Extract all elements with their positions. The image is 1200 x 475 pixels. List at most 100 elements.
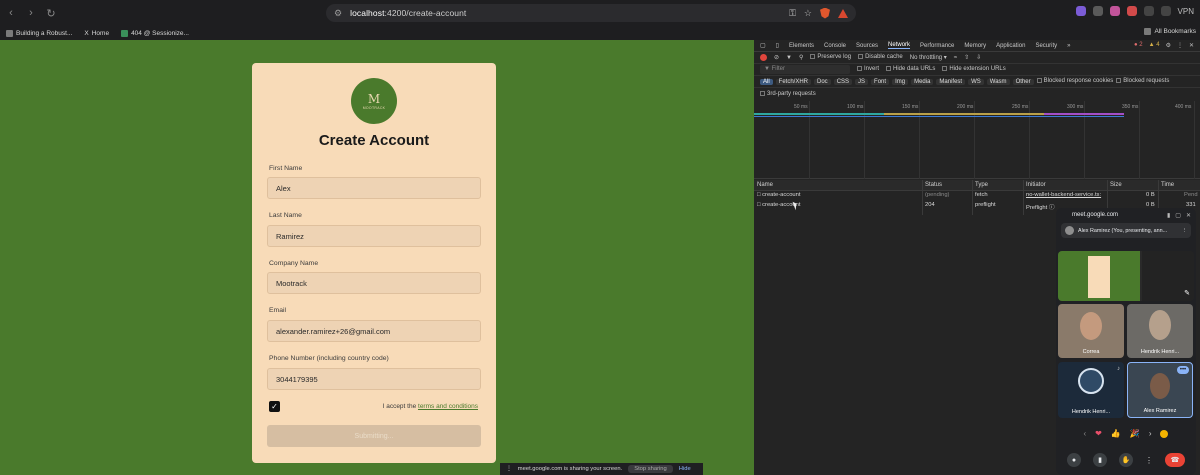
col-name[interactable]: Name (757, 182, 773, 188)
terms-checkbox[interactable]: ✓ (269, 401, 280, 412)
tab-console[interactable]: Console (824, 43, 846, 49)
annotate-icon[interactable]: ✎ (1184, 289, 1190, 297)
hide-extension-urls-checkbox[interactable]: Hide extension URLs (942, 66, 1006, 73)
network-timeline[interactable]: 50 ms 100 ms 150 ms 200 ms 250 ms 300 ms… (754, 101, 1200, 179)
blocked-requests-checkbox[interactable]: Blocked requests (1116, 78, 1169, 85)
more-options-icon[interactable]: ⋮ (1145, 456, 1153, 465)
terms-link[interactable]: terms and conditions (418, 403, 478, 410)
issue-counters[interactable]: ● 2 ▲ 4 ⚙ ⋮ ✕ (1134, 42, 1200, 49)
chip-other[interactable]: Other (1012, 78, 1034, 85)
invert-checkbox[interactable]: Invert (857, 66, 879, 73)
table-row[interactable]: □ create-account (pending) fetch no-wall… (754, 192, 1200, 202)
expand-icon[interactable]: ▢ (1175, 212, 1181, 219)
device-toolbar-icon[interactable]: ▯ (776, 42, 779, 49)
chip-media[interactable]: Media (911, 78, 934, 85)
chip-font[interactable]: Font (871, 78, 890, 85)
close-icon[interactable]: ✕ (1186, 212, 1191, 219)
brave-shields-icon[interactable] (820, 7, 830, 19)
tab-performance[interactable]: Performance (920, 43, 954, 49)
record-icon[interactable] (760, 54, 767, 61)
throttling-select[interactable]: No throttling ▾ (910, 54, 947, 61)
settings-icon[interactable]: ⚙ (1166, 42, 1171, 49)
thumbs-up-reaction[interactable]: 👍 (1111, 429, 1121, 438)
disable-cache-checkbox[interactable]: Disable cache (858, 54, 903, 61)
third-party-checkbox[interactable]: 3rd-party requests (760, 90, 816, 97)
more-options-icon[interactable]: ⋮ (1182, 228, 1191, 234)
col-time[interactable]: Time (1161, 182, 1174, 188)
chevron-right-icon[interactable]: › (1149, 429, 1152, 438)
more-tabs-icon[interactable]: » (1067, 43, 1070, 49)
screen-share-tile[interactable]: ✎ (1058, 251, 1194, 301)
tab-elements[interactable]: Elements (789, 43, 814, 49)
company-name-field[interactable]: Mootrack (267, 272, 481, 294)
participant-tile[interactable]: ♪ Hendrik Henri... (1058, 362, 1124, 418)
raise-hand-icon[interactable]: ✋ (1119, 453, 1133, 467)
filter-icon[interactable]: ▼ (786, 55, 792, 61)
address-bar[interactable]: ⚙ localhost:4200/create-account ⚿ ☆ (326, 4, 856, 22)
forward-icon[interactable]: › (26, 7, 36, 20)
key-icon[interactable]: ⚿ (789, 8, 796, 19)
inspect-icon[interactable]: ▢ (760, 42, 766, 49)
email-field[interactable]: alexander.ramirez+26@gmail.com (267, 320, 481, 342)
participant-tile[interactable]: Hendrik Henri... (1127, 304, 1193, 358)
microphone-icon[interactable]: ● (1067, 453, 1081, 467)
request-initiator[interactable]: Preflight ⓘ (1026, 202, 1055, 211)
first-name-field[interactable]: Alex (267, 177, 481, 199)
url-text[interactable]: localhost:4200/create-account (350, 8, 466, 18)
stop-sharing-button[interactable]: Stop sharing (628, 465, 673, 473)
network-conditions-icon[interactable]: ≈ (954, 55, 957, 61)
search-icon[interactable]: ⚲ (799, 54, 803, 61)
more-options-icon[interactable]: ⋮ (1177, 42, 1183, 49)
tab-security[interactable]: Security (1035, 43, 1057, 49)
chevron-left-icon[interactable]: ‹ (1084, 429, 1087, 438)
filter-input[interactable]: ▼ Filter (760, 65, 850, 74)
chip-fetch-xhr[interactable]: Fetch/XHR (775, 78, 812, 85)
extension-icon[interactable] (1075, 6, 1086, 16)
chip-manifest[interactable]: Manifest (936, 78, 966, 85)
extension-icon[interactable] (1109, 6, 1120, 16)
tab-sources[interactable]: Sources (856, 43, 878, 49)
drag-handle-icon[interactable]: ⋮ (506, 466, 512, 472)
reload-icon[interactable]: ↻ (46, 7, 56, 20)
bookmark-star-icon[interactable]: ☆ (804, 8, 812, 19)
wallet-icon[interactable] (1160, 6, 1171, 16)
col-initiator[interactable]: Initiator (1026, 182, 1046, 188)
participant-tile[interactable]: ••• Alex Ramirez (1127, 362, 1193, 418)
bookmark-item[interactable]: X Home (84, 30, 109, 37)
chip-js[interactable]: JS (855, 78, 869, 85)
presenting-row[interactable]: Alex Ramirez (You, presenting, ann... ⋮ (1061, 223, 1191, 238)
col-size[interactable]: Size (1110, 182, 1122, 188)
blocked-cookies-checkbox[interactable]: Blocked response cookies (1036, 78, 1113, 85)
chip-img[interactable]: Img (892, 78, 909, 85)
camera-icon[interactable]: ▮ (1167, 212, 1170, 219)
last-name-field[interactable]: Ramirez (267, 225, 481, 247)
chip-all[interactable]: All (760, 78, 773, 85)
all-bookmarks[interactable]: All Bookmarks (1144, 28, 1196, 35)
sidebar-toggle-icon[interactable] (1143, 6, 1154, 16)
emoji-picker-icon[interactable] (1160, 429, 1169, 438)
chip-doc[interactable]: Doc (814, 78, 831, 85)
camera-toggle-icon[interactable]: ▮ (1093, 453, 1107, 467)
participant-tile[interactable]: Correa (1058, 304, 1124, 358)
col-status[interactable]: Status (925, 182, 942, 188)
heart-reaction[interactable]: ❤ (1095, 429, 1102, 438)
chip-css[interactable]: CSS (833, 78, 853, 85)
preserve-log-checkbox[interactable]: Preserve log (810, 54, 851, 61)
tab-network[interactable]: Network (888, 42, 911, 49)
bookmark-item[interactable]: 404 @ Sessionize... (121, 29, 189, 37)
end-call-button[interactable]: ☎ (1165, 453, 1185, 467)
col-type[interactable]: Type (975, 182, 988, 188)
party-reaction[interactable]: 🎉 (1130, 429, 1140, 438)
chip-wasm[interactable]: Wasm (986, 78, 1010, 85)
vpn-label[interactable]: VPN (1178, 7, 1194, 16)
tab-memory[interactable]: Memory (964, 43, 986, 49)
hide-button[interactable]: Hide (679, 466, 691, 472)
hide-data-urls-checkbox[interactable]: Hide data URLs (886, 66, 935, 73)
brave-rewards-icon[interactable] (838, 8, 848, 18)
import-icon[interactable]: ⇧ (964, 54, 969, 61)
submit-button[interactable]: Submitting... (267, 425, 481, 447)
bookmark-item[interactable]: Building a Robust... (6, 29, 72, 37)
back-icon[interactable]: ‹ (6, 7, 16, 20)
extension-icon[interactable] (1092, 6, 1103, 16)
chip-ws[interactable]: WS (968, 78, 984, 85)
